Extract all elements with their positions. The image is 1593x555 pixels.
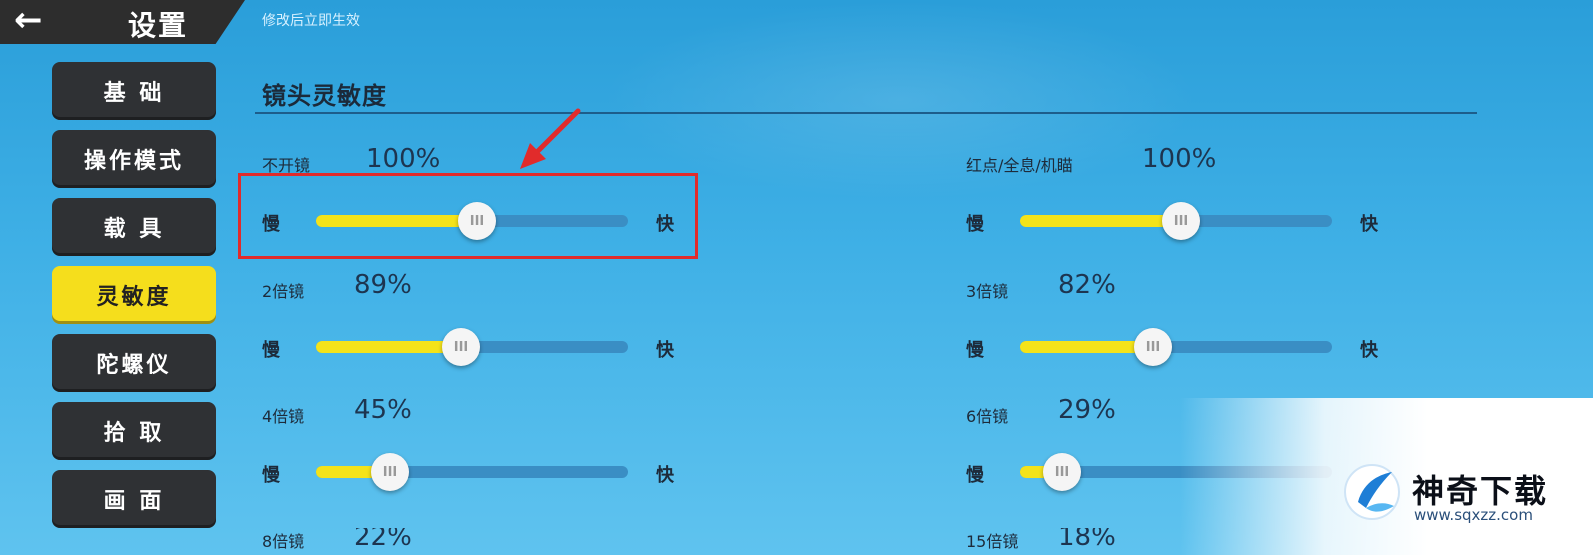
slider-thumb[interactable]: III xyxy=(1134,328,1172,366)
slider-value: 22% xyxy=(354,528,412,552)
slider-thumb[interactable]: III xyxy=(371,453,409,491)
slider-thumb[interactable]: III xyxy=(1162,202,1200,240)
fast-label: 快 xyxy=(656,465,674,486)
slider-fill xyxy=(316,341,463,353)
slider-label: 3倍镜 xyxy=(966,282,1009,301)
slider-value: 100% xyxy=(366,144,441,174)
fast-label: 快 xyxy=(656,340,674,361)
slider-value: 82% xyxy=(1058,270,1116,300)
sidebar-item-pickup[interactable]: 拾 取 xyxy=(52,402,216,460)
slider-label: 15倍镜 xyxy=(966,532,1019,551)
section-title: 镜头灵敏度 xyxy=(262,82,387,110)
slider-label: 2倍镜 xyxy=(262,282,305,301)
sidebar-item-graphics[interactable]: 画 面 xyxy=(52,470,216,528)
slider-fill xyxy=(1020,215,1183,227)
watermark-logo-icon xyxy=(1344,464,1400,520)
sidebar: 基 础 操作模式 载 具 灵敏度 陀螺仪 拾 取 画 面 xyxy=(52,62,216,538)
slider-label: 6倍镜 xyxy=(966,407,1009,426)
page-title: 设置 xyxy=(128,9,189,42)
back-arrow-icon[interactable]: ← xyxy=(14,2,58,38)
slider-label: 红点/全息/机瞄 xyxy=(966,156,1073,175)
slider-block: 3倍镜 82% 慢 III 快 xyxy=(966,270,1406,388)
fast-label: 快 xyxy=(1360,214,1378,235)
slow-label: 慢 xyxy=(262,340,280,361)
slider-block: 2倍镜 89% 慢 III 快 xyxy=(262,270,702,388)
slider-value: 89% xyxy=(354,270,412,300)
sidebar-item-vehicle[interactable]: 载 具 xyxy=(52,198,216,256)
slider-track[interactable]: III xyxy=(1020,328,1332,366)
slider-block: 红点/全息/机瞄 100% 慢 III 快 xyxy=(966,144,1406,262)
slider-track[interactable]: III xyxy=(316,328,628,366)
slow-label: 慢 xyxy=(966,214,984,235)
slow-label: 慢 xyxy=(262,465,280,486)
slider-value: 100% xyxy=(1142,144,1217,174)
slow-label: 慢 xyxy=(966,340,984,361)
watermark-url: www.sqxzz.com xyxy=(1414,506,1533,524)
slider-value: 45% xyxy=(354,395,412,425)
annotation-arrow-icon xyxy=(520,108,581,169)
slider-block: 4倍镜 45% 慢 III 快 xyxy=(262,395,702,513)
slider-block: 8倍镜 22% xyxy=(262,528,702,555)
slider-label: 4倍镜 xyxy=(262,407,305,426)
slider-label: 8倍镜 xyxy=(262,532,305,551)
slider-track[interactable]: III xyxy=(316,453,628,491)
sidebar-item-control-mode[interactable]: 操作模式 xyxy=(52,130,216,188)
sidebar-item-basic[interactable]: 基 础 xyxy=(52,62,216,120)
fast-label: 快 xyxy=(1360,340,1378,361)
slider-value: 18% xyxy=(1058,528,1116,552)
slider-value: 29% xyxy=(1058,395,1116,425)
sidebar-item-gyroscope[interactable]: 陀螺仪 xyxy=(52,334,216,392)
hint-text: 修改后立即生效 xyxy=(262,13,360,29)
slider-thumb[interactable]: III xyxy=(442,328,480,366)
highlight-box xyxy=(238,173,698,259)
section-divider xyxy=(255,112,1477,114)
slow-label: 慢 xyxy=(966,465,984,486)
sidebar-item-sensitivity[interactable]: 灵敏度 xyxy=(52,266,216,324)
slider-track[interactable]: III xyxy=(1020,202,1332,240)
slider-thumb[interactable]: III xyxy=(1043,453,1081,491)
